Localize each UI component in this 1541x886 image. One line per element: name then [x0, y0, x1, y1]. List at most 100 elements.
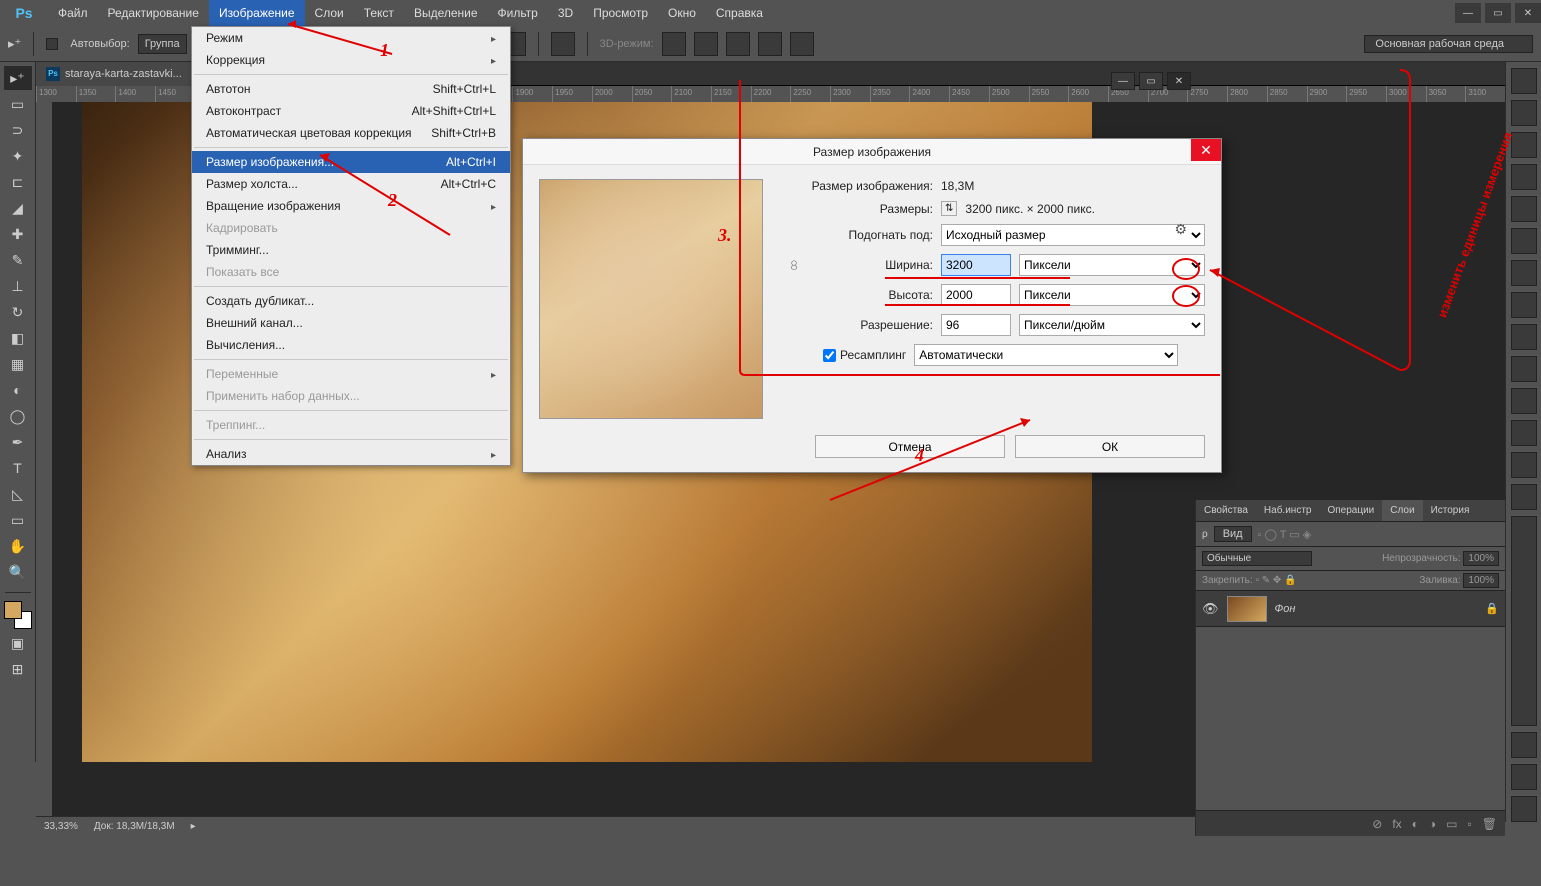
3d-icon[interactable]	[662, 32, 686, 56]
layer-row[interactable]: 👁 Фон 🔒	[1196, 591, 1505, 627]
3d-icon[interactable]	[758, 32, 782, 56]
menu-item[interactable]: Анализ	[192, 443, 510, 465]
panel-icon[interactable]	[1511, 452, 1537, 478]
close-button[interactable]: ✕	[1515, 3, 1541, 23]
menu-item[interactable]: Вращение изображения	[192, 195, 510, 217]
resolution-unit-dropdown[interactable]: Пиксели/дюйм	[1019, 314, 1205, 336]
history-brush-tool[interactable]: ↻	[4, 300, 32, 324]
gradient-tool[interactable]: ▦	[4, 352, 32, 376]
trash-icon[interactable]: 🗑	[1482, 817, 1497, 831]
mask-icon[interactable]: ◐	[1412, 817, 1419, 831]
menu-текст[interactable]: Текст	[354, 0, 404, 26]
panel-icon[interactable]	[1511, 484, 1537, 510]
link-icon[interactable]: 𝟾	[783, 257, 805, 274]
autoselect-checkbox[interactable]	[46, 38, 58, 50]
panel-icon[interactable]	[1511, 68, 1537, 94]
dialog-close-button[interactable]: ✕	[1191, 139, 1221, 161]
menu-item[interactable]: Тримминг...	[192, 239, 510, 261]
menu-окно[interactable]: Окно	[658, 0, 706, 26]
document-tab[interactable]: Ps staraya-karta-zastavki...	[36, 62, 193, 86]
panel-icon[interactable]	[1511, 324, 1537, 350]
panel-tab[interactable]: Операции	[1319, 500, 1382, 521]
eraser-tool[interactable]: ◧	[4, 326, 32, 350]
blend-mode-dropdown[interactable]: Обычные	[1202, 551, 1312, 566]
menu-3d[interactable]: 3D	[548, 0, 583, 26]
resample-checkbox[interactable]	[823, 349, 836, 362]
layer-thumbnail[interactable]	[1227, 596, 1267, 622]
menu-файл[interactable]: Файл	[48, 0, 98, 26]
menu-item[interactable]: Создать дубликат...	[192, 290, 510, 312]
width-unit-dropdown[interactable]: Пиксели	[1019, 254, 1205, 276]
3d-icon[interactable]	[694, 32, 718, 56]
3d-icon[interactable]	[726, 32, 750, 56]
panel-tab[interactable]: Свойства	[1196, 500, 1256, 521]
workspace-selector[interactable]: Основная рабочая среда	[1364, 35, 1533, 53]
menu-item[interactable]: Размер холста...Alt+Ctrl+C	[192, 173, 510, 195]
link-layers-icon[interactable]: ⊘	[1372, 817, 1382, 831]
quickmask-tool[interactable]: ▣	[4, 631, 32, 655]
shape-tool[interactable]: ▭	[4, 508, 32, 532]
gear-icon[interactable]: ⚙	[1174, 221, 1187, 238]
fx-icon[interactable]: fx	[1392, 817, 1401, 831]
menu-item[interactable]: Вычисления...	[192, 334, 510, 356]
panel-icon[interactable]	[1511, 196, 1537, 222]
menu-item[interactable]: АвтотонShift+Ctrl+L	[192, 78, 510, 100]
menu-просмотр[interactable]: Просмотр	[583, 0, 658, 26]
dialog-titlebar[interactable]: Размер изображения ✕	[523, 139, 1221, 165]
adjustment-icon[interactable]: ◑	[1429, 817, 1436, 831]
move-tool[interactable]: ▸⁺	[4, 66, 32, 90]
minimize-button[interactable]: —	[1455, 3, 1481, 23]
panel-icon[interactable]	[1511, 796, 1537, 822]
eyedropper-tool[interactable]: ◢	[4, 196, 32, 220]
maximize-button[interactable]: ▭	[1485, 3, 1511, 23]
spacing-icon[interactable]	[551, 32, 575, 56]
lasso-tool[interactable]: ⊃	[4, 118, 32, 142]
menu-фильтр[interactable]: Фильтр	[488, 0, 548, 26]
panel-icon[interactable]	[1511, 356, 1537, 382]
fit-dropdown[interactable]: Исходный размер	[941, 224, 1205, 246]
dodge-tool[interactable]: ◯	[4, 404, 32, 428]
panel-icon[interactable]	[1511, 164, 1537, 190]
layer-name[interactable]: Фон	[1275, 603, 1296, 615]
hand-tool[interactable]: ✋	[4, 534, 32, 558]
height-unit-dropdown[interactable]: Пиксели	[1019, 284, 1205, 306]
healing-tool[interactable]: ✚	[4, 222, 32, 246]
panel-tab[interactable]: Слои	[1382, 500, 1422, 521]
panel-icon[interactable]	[1511, 292, 1537, 318]
menu-item[interactable]: Режим	[192, 27, 510, 49]
zoom-level[interactable]: 33,33%	[44, 821, 78, 832]
layer-kind-dropdown[interactable]: Вид	[1214, 526, 1252, 542]
doc-close-button[interactable]: ✕	[1167, 72, 1191, 90]
menu-выделение[interactable]: Выделение	[404, 0, 488, 26]
panel-icon[interactable]	[1511, 764, 1537, 790]
pen-tool[interactable]: ✒	[4, 430, 32, 454]
width-input[interactable]	[941, 254, 1011, 276]
doc-minimize-button[interactable]: —	[1111, 72, 1135, 90]
height-input[interactable]	[941, 284, 1011, 306]
zoom-tool[interactable]: 🔍	[4, 560, 32, 584]
wand-tool[interactable]: ✦	[4, 144, 32, 168]
group-icon[interactable]: ▭	[1446, 817, 1457, 831]
color-swatch[interactable]	[4, 601, 32, 629]
panel-icon[interactable]	[1511, 100, 1537, 126]
brush-tool[interactable]: ✎	[4, 248, 32, 272]
visibility-icon[interactable]: 👁	[1202, 601, 1219, 617]
stamp-tool[interactable]: ⊥	[4, 274, 32, 298]
path-tool[interactable]: ◺	[4, 482, 32, 506]
menu-item[interactable]: Внешний канал...	[192, 312, 510, 334]
marquee-tool[interactable]: ▭	[4, 92, 32, 116]
type-tool[interactable]: T	[4, 456, 32, 480]
panel-tab[interactable]: История	[1423, 500, 1478, 521]
menu-item[interactable]: АвтоконтрастAlt+Shift+Ctrl+L	[192, 100, 510, 122]
menu-справка[interactable]: Справка	[706, 0, 773, 26]
resolution-input[interactable]	[941, 314, 1011, 336]
dims-unit-toggle[interactable]: ⇅	[941, 201, 957, 216]
menu-редактирование[interactable]: Редактирование	[98, 0, 209, 26]
panel-icon[interactable]	[1511, 420, 1537, 446]
3d-icon[interactable]	[790, 32, 814, 56]
screenmode-tool[interactable]: ⊞	[4, 657, 32, 681]
menu-item[interactable]: Коррекция	[192, 49, 510, 71]
new-layer-icon[interactable]: ▫	[1468, 817, 1472, 831]
menu-слои[interactable]: Слои	[305, 0, 354, 26]
autoselect-dropdown[interactable]: Группа	[138, 34, 187, 54]
